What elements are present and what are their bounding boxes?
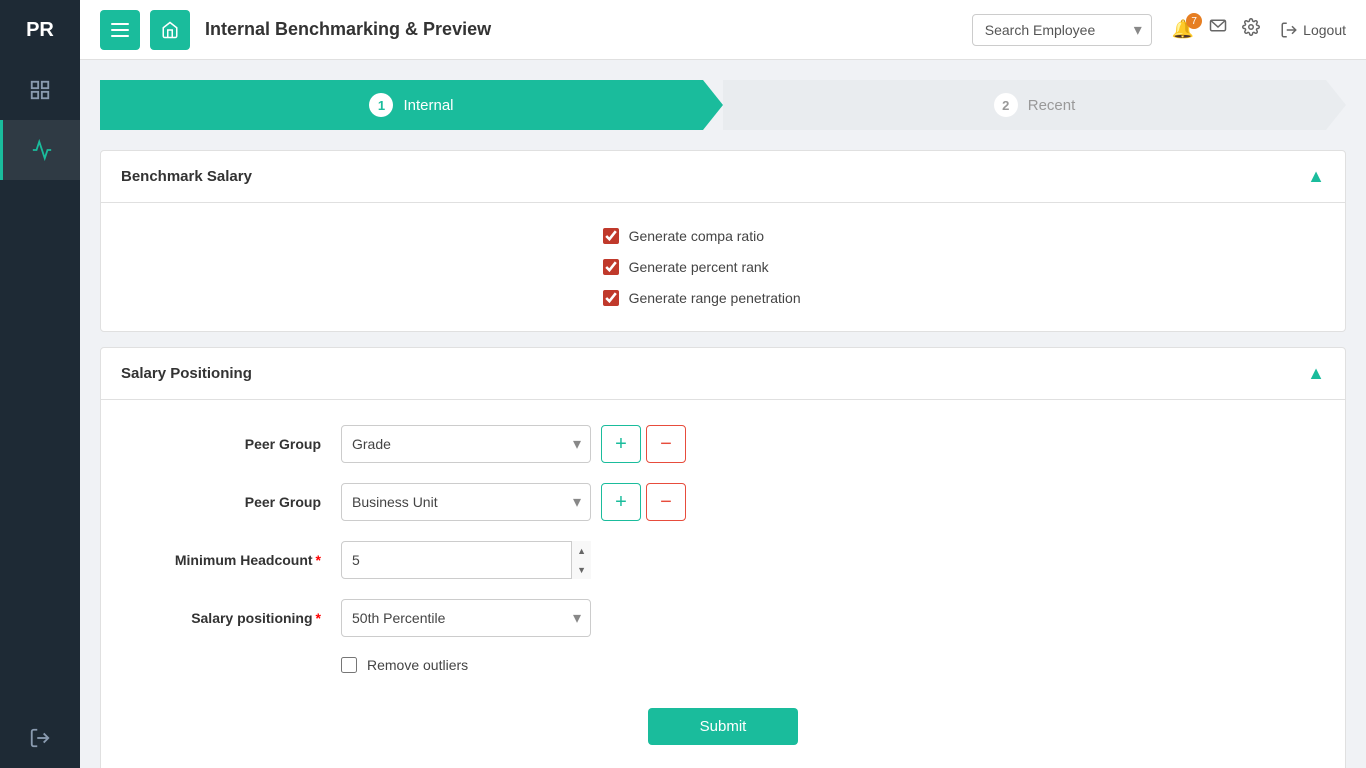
- salary-positioning-body: Peer Group Grade Department Business Uni…: [101, 400, 1345, 768]
- benchmark-checkboxes: Generate compa ratio Generate percent ra…: [603, 228, 1325, 306]
- step-recent[interactable]: 2 Recent: [723, 80, 1346, 130]
- headcount-down-button[interactable]: ▼: [572, 560, 591, 579]
- range-penetration-checkbox[interactable]: [603, 290, 619, 306]
- notification-badge: 7: [1186, 13, 1202, 29]
- sidebar-item-logout[interactable]: [0, 708, 80, 768]
- peer-group-2-label: Peer Group: [121, 494, 321, 510]
- settings-icon[interactable]: [1242, 18, 1260, 41]
- submit-container: Submit: [121, 693, 1325, 760]
- range-penetration-label[interactable]: Generate range penetration: [629, 290, 801, 306]
- step-1-label: Internal: [403, 97, 453, 114]
- peer-group-2-remove-button[interactable]: −: [646, 483, 686, 521]
- remove-outliers-label[interactable]: Remove outliers: [367, 657, 468, 673]
- remove-outliers-row: Remove outliers: [121, 657, 1325, 673]
- salary-positioning-select-wrapper: 25th Percentile 50th Percentile 75th Per…: [341, 599, 591, 637]
- navbar: Internal Benchmarking & Preview Search E…: [80, 0, 1366, 60]
- salary-positioning-title: Salary Positioning: [121, 365, 252, 382]
- navbar-icons: 🔔 7 Logout: [1172, 18, 1346, 41]
- search-employee-select[interactable]: Search Employee: [972, 14, 1152, 46]
- headcount-up-button[interactable]: ▲: [572, 541, 591, 560]
- benchmark-collapse-icon: ▲: [1307, 166, 1325, 187]
- compa-ratio-label[interactable]: Generate compa ratio: [629, 228, 764, 244]
- remove-outliers-checkbox[interactable]: [341, 657, 357, 673]
- home-button[interactable]: [150, 10, 190, 50]
- peer-group-2-buttons: + −: [591, 483, 686, 521]
- minimum-headcount-label: Minimum Headcount*: [121, 552, 321, 568]
- brand-logo: PR: [0, 0, 80, 60]
- step-1-num: 1: [369, 93, 393, 117]
- salary-positioning-select[interactable]: 25th Percentile 50th Percentile 75th Per…: [341, 599, 591, 637]
- salary-positioning-header[interactable]: Salary Positioning ▲: [101, 348, 1345, 400]
- peer-group-2-row: Peer Group Grade Department Business Uni…: [121, 483, 1325, 521]
- peer-group-1-row: Peer Group Grade Department Business Uni…: [121, 425, 1325, 463]
- peer-group-2-wrapper: Grade Department Business Unit Location: [341, 483, 591, 521]
- peer-group-1-wrapper: Grade Department Business Unit Location: [341, 425, 591, 463]
- step-2-label: Recent: [1028, 97, 1076, 114]
- sidebar-item-benchmarking[interactable]: [0, 120, 80, 180]
- benchmark-salary-header[interactable]: Benchmark Salary ▲: [101, 151, 1345, 203]
- remove-outliers-wrapper: Remove outliers: [341, 657, 468, 673]
- benchmark-salary-title: Benchmark Salary: [121, 168, 252, 185]
- sidebar-item-dashboard[interactable]: [0, 60, 80, 120]
- peer-group-2-select[interactable]: Grade Department Business Unit Location: [341, 483, 591, 521]
- notification-icon[interactable]: 🔔 7: [1172, 19, 1194, 40]
- salary-positioning-collapse-icon: ▲: [1307, 363, 1325, 384]
- step-internal[interactable]: 1 Internal: [100, 80, 723, 130]
- salary-positioning-field-row: Salary positioning* 25th Percentile 50th…: [121, 599, 1325, 637]
- stepper: 1 Internal 2 Recent: [100, 80, 1346, 130]
- minimum-headcount-row: Minimum Headcount* ▲ ▼: [121, 541, 1325, 579]
- submit-button[interactable]: Submit: [648, 708, 798, 745]
- menu-toggle-button[interactable]: [100, 10, 140, 50]
- headcount-spinner: ▲ ▼: [571, 541, 591, 579]
- peer-group-2-add-button[interactable]: +: [601, 483, 641, 521]
- logout-label: Logout: [1303, 22, 1346, 38]
- peer-group-1-select[interactable]: Grade Department Business Unit Location: [341, 425, 591, 463]
- compa-ratio-item: Generate compa ratio: [603, 228, 764, 244]
- peer-group-1-buttons: + −: [591, 425, 686, 463]
- headcount-required-asterisk: *: [316, 552, 321, 568]
- range-penetration-item: Generate range penetration: [603, 290, 801, 306]
- benchmark-salary-card: Benchmark Salary ▲ Generate compa ratio …: [100, 150, 1346, 332]
- minimum-headcount-input[interactable]: [341, 541, 591, 579]
- logout-button[interactable]: Logout: [1280, 21, 1346, 39]
- minimum-headcount-wrapper: ▲ ▼: [341, 541, 591, 579]
- peer-group-1-add-button[interactable]: +: [601, 425, 641, 463]
- salary-pos-required-asterisk: *: [316, 610, 321, 626]
- step-2-num: 2: [994, 93, 1018, 117]
- page-title: Internal Benchmarking & Preview: [205, 19, 972, 40]
- sidebar: PR: [0, 0, 80, 768]
- percent-rank-label[interactable]: Generate percent rank: [629, 259, 769, 275]
- search-employee-wrapper: Search Employee: [972, 14, 1152, 46]
- salary-positioning-field-label: Salary positioning*: [121, 610, 321, 626]
- compa-ratio-checkbox[interactable]: [603, 228, 619, 244]
- message-icon[interactable]: [1209, 18, 1227, 41]
- percent-rank-item: Generate percent rank: [603, 259, 769, 275]
- percent-rank-checkbox[interactable]: [603, 259, 619, 275]
- main-content: 1 Internal 2 Recent Benchmark Salary ▲ G…: [80, 0, 1366, 768]
- salary-positioning-card: Salary Positioning ▲ Peer Group Grade De…: [100, 347, 1346, 768]
- peer-group-1-remove-button[interactable]: −: [646, 425, 686, 463]
- benchmark-salary-body: Generate compa ratio Generate percent ra…: [101, 203, 1345, 331]
- peer-group-1-label: Peer Group: [121, 436, 321, 452]
